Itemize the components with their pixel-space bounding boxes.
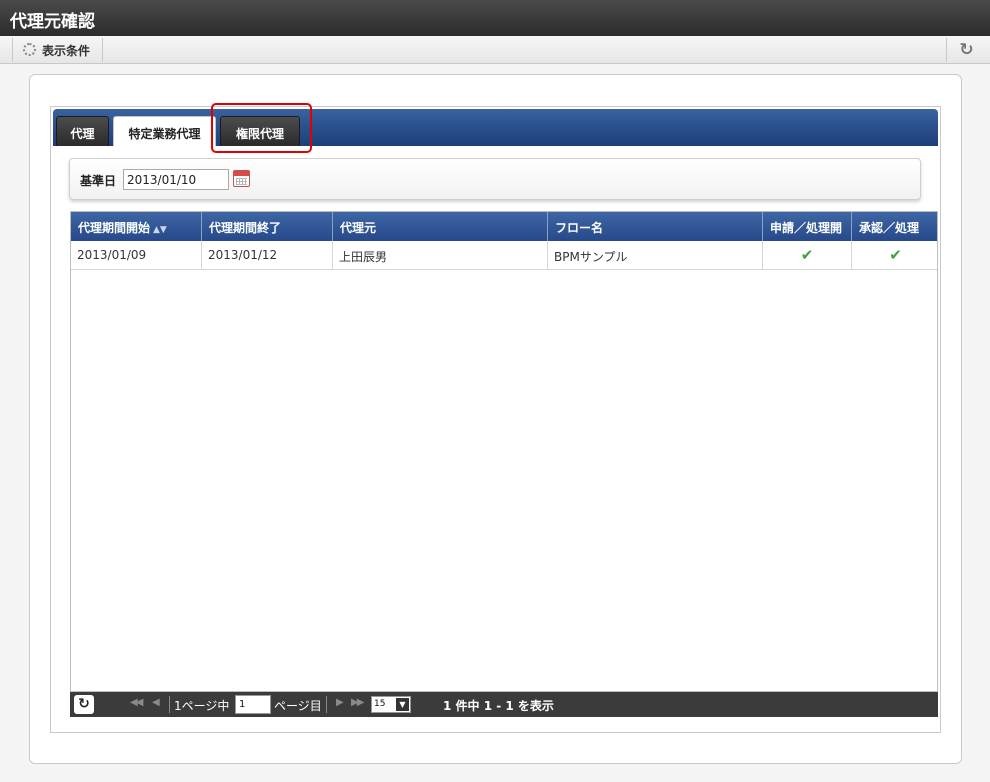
refresh-icon: ↻ <box>959 39 974 60</box>
pager-separator <box>326 696 327 713</box>
sort-icon[interactable]: ▲▼ <box>153 225 167 235</box>
column-header-end[interactable]: 代理期間終了 <box>202 212 333 241</box>
page-prefix-label: 1ページ中 <box>174 699 230 713</box>
pager-refresh-icon[interactable]: ↻ <box>74 695 94 714</box>
column-header-apply[interactable]: 申請／処理開 <box>763 212 852 241</box>
display-conditions-label: 表示条件 <box>42 44 91 58</box>
pager: ↻ ◀◀ ◀ 1ページ中 ページ目 ▶ ▶▶ 15 ▼ 1 件中 1 - 1 を… <box>70 692 938 717</box>
pager-status: 1 件中 1 - 1 を表示 <box>443 699 554 713</box>
toolbar: 表示条件 ↻ <box>0 36 990 64</box>
last-page-icon[interactable]: ▶▶ <box>351 697 364 708</box>
refresh-button[interactable]: ↻ <box>946 38 986 62</box>
pager-separator <box>169 696 170 713</box>
base-date-input[interactable] <box>123 169 229 190</box>
first-page-icon[interactable]: ◀◀ <box>130 697 143 708</box>
next-page-icon[interactable]: ▶ <box>336 697 344 708</box>
tab-highlight-box <box>211 103 312 153</box>
prev-page-icon[interactable]: ◀ <box>152 697 160 708</box>
cell-end: 2013/01/12 <box>202 241 333 270</box>
page-size-select[interactable]: 15 ▼ <box>371 696 411 713</box>
cell-flow: BPMサンプル <box>548 241 763 270</box>
column-header-start[interactable]: 代理期間開始 ▲▼ <box>71 212 202 241</box>
cell-approve: ✔ <box>852 241 937 270</box>
gear-icon <box>23 43 36 56</box>
calendar-icon[interactable] <box>233 170 250 187</box>
column-header-source[interactable]: 代理元 <box>333 212 548 241</box>
tab-specific-business-proxy[interactable]: 特定業務代理 <box>113 116 216 146</box>
chevron-down-icon: ▼ <box>396 698 409 711</box>
data-grid: 代理期間開始 ▲▼ 代理期間終了 代理元 フロー名 申請／処理開 承認／処理 20… <box>70 211 938 692</box>
page-number-input[interactable] <box>235 695 271 714</box>
window-title: 代理元確認 <box>0 0 990 36</box>
display-conditions-button[interactable]: 表示条件 <box>12 38 104 62</box>
tab-proxy[interactable]: 代理 <box>56 116 109 146</box>
check-icon: ✔ <box>800 246 814 264</box>
cell-source: 上田辰男 <box>333 241 548 270</box>
column-header-approve[interactable]: 承認／処理 <box>852 212 937 241</box>
column-header-flow[interactable]: フロー名 <box>548 212 763 241</box>
page-suffix-label: ページ目 <box>274 699 322 713</box>
cell-apply: ✔ <box>763 241 852 270</box>
table-row[interactable]: 2013/01/09 2013/01/12 上田辰男 BPMサンプル ✔ ✔ <box>71 241 937 270</box>
grid-header: 代理期間開始 ▲▼ 代理期間終了 代理元 フロー名 申請／処理開 承認／処理 <box>71 212 937 241</box>
cell-start: 2013/01/09 <box>71 241 202 270</box>
check-icon: ✔ <box>889 246 902 264</box>
base-date-label: 基準日 <box>80 174 117 188</box>
